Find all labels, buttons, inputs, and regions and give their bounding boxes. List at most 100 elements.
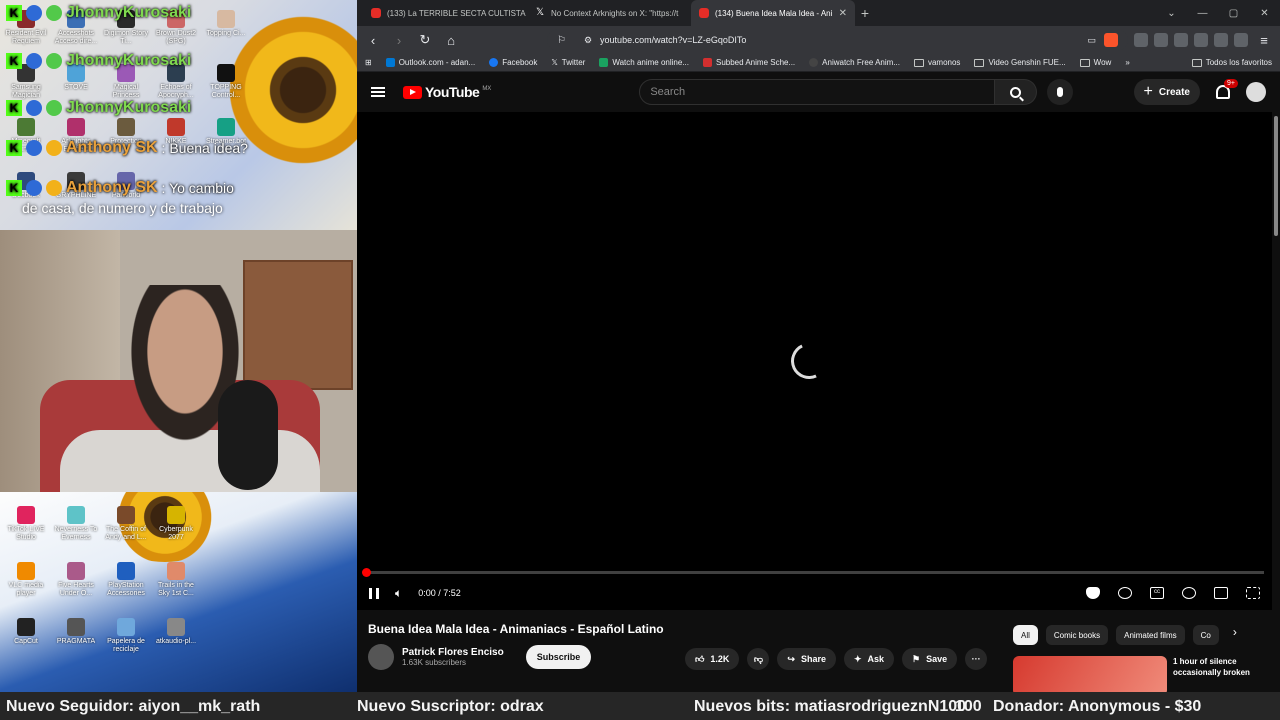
close-tab-icon[interactable]: ✕ bbox=[839, 8, 847, 19]
address-bar[interactable]: ⚐ ⚙ youtube.com/watch?v=LZ-eGqoDITo ▭ bbox=[547, 29, 1128, 51]
channel-text: Patrick Flores Enciso 1.63K subscribers bbox=[402, 647, 504, 667]
extension-icon[interactable] bbox=[1194, 33, 1208, 47]
desktop-shortcut[interactable]: atkaudio-pl... bbox=[152, 618, 200, 646]
extension-icon[interactable] bbox=[1154, 33, 1168, 47]
volume-icon[interactable]: 🔈︎ bbox=[395, 586, 402, 601]
badge-icon bbox=[26, 53, 42, 69]
subscribe-button[interactable]: Subscribe bbox=[525, 645, 592, 669]
recommended-video-title[interactable]: 1 hour of silence occasionally broken bbox=[1173, 656, 1259, 692]
bookmark-icon: ⚑ bbox=[912, 653, 921, 664]
voice-search-button[interactable] bbox=[1047, 79, 1074, 105]
channel-avatar[interactable] bbox=[368, 644, 394, 670]
tab-search-icon[interactable]: ⌄ bbox=[1156, 8, 1187, 19]
chat-message: K Anthony SK : Buena idea? bbox=[6, 139, 248, 157]
desktop-shortcut[interactable]: Cyberpunk 2077 bbox=[152, 506, 200, 542]
bookmark-aniwatch[interactable]: Aniwatch Free Anim... bbox=[809, 58, 900, 67]
app-icon bbox=[167, 618, 185, 636]
menu-icon[interactable] bbox=[371, 87, 385, 97]
settings-gear-icon[interactable] bbox=[1182, 587, 1196, 599]
bookmarks-overflow[interactable]: » bbox=[1125, 58, 1129, 67]
url-text[interactable]: youtube.com/watch?v=LZ-eGqoDITo bbox=[600, 35, 746, 45]
progress-scrubber[interactable] bbox=[362, 568, 371, 577]
wallet-icon[interactable] bbox=[1234, 33, 1248, 47]
chip-partial[interactable]: Co bbox=[1192, 625, 1219, 645]
fullscreen-icon[interactable] bbox=[1246, 587, 1260, 599]
tab-x-arknights[interactable]: 𝕏 No Context Arknights on X: "https://t bbox=[527, 0, 691, 26]
desktop-shortcut[interactable]: Topping Ci... bbox=[202, 10, 250, 38]
adblock-shield-icon[interactable] bbox=[1086, 587, 1100, 599]
menu-icon[interactable]: ≡ bbox=[1254, 33, 1274, 48]
desktop-shortcut[interactable]: Trails in the Sky 1st C... bbox=[152, 562, 200, 598]
video-player[interactable]: 🔈︎ 0:00 / 7:52 cc bbox=[357, 112, 1272, 610]
progress-bar[interactable] bbox=[362, 568, 1264, 577]
desktop-shortcut[interactable]: TikTok LIVE Studio bbox=[2, 506, 50, 542]
channel-name[interactable]: Patrick Flores Enciso bbox=[402, 647, 504, 658]
badge-icon bbox=[26, 100, 42, 116]
brave-shield-icon[interactable] bbox=[1104, 33, 1118, 47]
desktop-shortcut[interactable]: The Coffin of Andy and L... bbox=[102, 506, 150, 542]
bookmark-folder-genshin[interactable]: Video Genshin FUE... bbox=[974, 58, 1066, 67]
new-tab-button[interactable]: + bbox=[855, 5, 875, 21]
ask-button[interactable]: ✦ Ask bbox=[843, 648, 895, 670]
reload-icon[interactable]: ↻ bbox=[415, 32, 435, 48]
stream-overlay: Resident Evil Requiem Accesshots Acceso d… bbox=[0, 0, 357, 692]
bookmark-subbed-anime[interactable]: Subbed Anime Sche... bbox=[702, 58, 795, 67]
desktop-shortcut[interactable]: Neverness To Everness bbox=[52, 506, 100, 542]
all-bookmarks[interactable]: Todos los favoritos bbox=[1191, 58, 1272, 67]
scrollbar-thumb[interactable] bbox=[1274, 116, 1278, 236]
bookmark-folder-wow[interactable]: Wow bbox=[1079, 58, 1111, 67]
pause-icon[interactable] bbox=[369, 587, 379, 599]
badge-icon bbox=[26, 180, 42, 196]
extension-icon[interactable] bbox=[1214, 33, 1228, 47]
desktop-shortcut[interactable]: PRAGMATA bbox=[52, 618, 100, 646]
site-info-icon[interactable]: ⚙ bbox=[584, 35, 592, 46]
recommended-video[interactable]: 1 hour of silence occasionally broken bbox=[1013, 656, 1259, 692]
like-button[interactable]: 👍︎ 1.2K bbox=[685, 648, 740, 670]
chip-animated-films[interactable]: Animated films bbox=[1116, 625, 1185, 645]
autoplay-toggle-icon[interactable] bbox=[1118, 587, 1132, 599]
notifications-icon[interactable]: 9+ bbox=[1216, 79, 1238, 99]
home-icon[interactable]: ⌂ bbox=[441, 33, 461, 48]
bookmark-watch-anime[interactable]: Watch anime online... bbox=[599, 58, 689, 67]
bookmark-facebook[interactable]: Facebook bbox=[489, 58, 537, 67]
video-thumbnail[interactable] bbox=[1013, 656, 1167, 692]
bookmark-label: Video Genshin FUE... bbox=[988, 58, 1066, 67]
desktop-shortcut[interactable]: Five Hearts Under O... bbox=[52, 562, 100, 598]
cast-icon[interactable]: ▭ bbox=[1087, 35, 1096, 46]
tab-youtube-buena-idea[interactable]: (134) Buena Idea Mala Idea - Ani ✕ bbox=[691, 0, 855, 26]
back-icon[interactable]: ‹ bbox=[363, 33, 383, 48]
chat-text-continuation: de casa, de numero y de trabajo bbox=[22, 200, 223, 216]
desktop-shortcut[interactable]: CapCut bbox=[2, 618, 50, 646]
bookmark-twitter[interactable]: 𝕏 Twitter bbox=[551, 58, 585, 67]
chip-all[interactable]: All bbox=[1013, 625, 1038, 645]
music-extension-icon[interactable] bbox=[1174, 33, 1188, 47]
search-input[interactable]: Search bbox=[639, 79, 996, 105]
chevron-right-icon[interactable]: › bbox=[1233, 625, 1237, 645]
theater-mode-icon[interactable] bbox=[1214, 587, 1228, 599]
more-actions-button[interactable]: ··· bbox=[965, 648, 988, 670]
maximize-icon[interactable]: ▢ bbox=[1218, 8, 1249, 19]
close-window-icon[interactable]: ✕ bbox=[1249, 8, 1280, 19]
tab-youtube-secta[interactable]: (133) La TERRIBLE SECTA CULTISTA de bbox=[363, 0, 527, 26]
avatar[interactable] bbox=[1246, 82, 1266, 102]
forward-icon[interactable]: › bbox=[389, 33, 409, 48]
chip-comic-books[interactable]: Comic books bbox=[1045, 625, 1109, 645]
page-scrollbar[interactable] bbox=[1272, 112, 1280, 692]
create-button[interactable]: + Create bbox=[1133, 79, 1200, 105]
bookmark-icon[interactable]: ⚐ bbox=[557, 35, 566, 46]
desktop-shortcut[interactable]: TOPPING Control... bbox=[202, 64, 250, 100]
desktop-shortcut[interactable]: PlayStation Accessories bbox=[102, 562, 150, 598]
bookmark-apps[interactable]: ⊞ bbox=[365, 58, 372, 67]
desktop-shortcut[interactable]: Papelera de reciclaje bbox=[102, 618, 150, 654]
search-button[interactable] bbox=[995, 79, 1038, 105]
desktop-shortcut[interactable]: VLC media player bbox=[2, 562, 50, 598]
minimize-icon[interactable]: — bbox=[1187, 8, 1218, 19]
captions-icon[interactable]: cc bbox=[1150, 587, 1164, 599]
bookmark-folder-vamonos[interactable]: vamonos bbox=[913, 58, 960, 67]
share-button[interactable]: ↪ Share bbox=[777, 648, 836, 670]
save-button[interactable]: ⚑ Save bbox=[902, 648, 958, 670]
bookmark-outlook[interactable]: Outlook.com - adan... bbox=[385, 58, 475, 67]
youtube-logo[interactable]: YouTube MX bbox=[403, 84, 491, 100]
dislike-button[interactable]: 👎︎ bbox=[747, 648, 770, 670]
extension-icon[interactable] bbox=[1134, 33, 1148, 47]
